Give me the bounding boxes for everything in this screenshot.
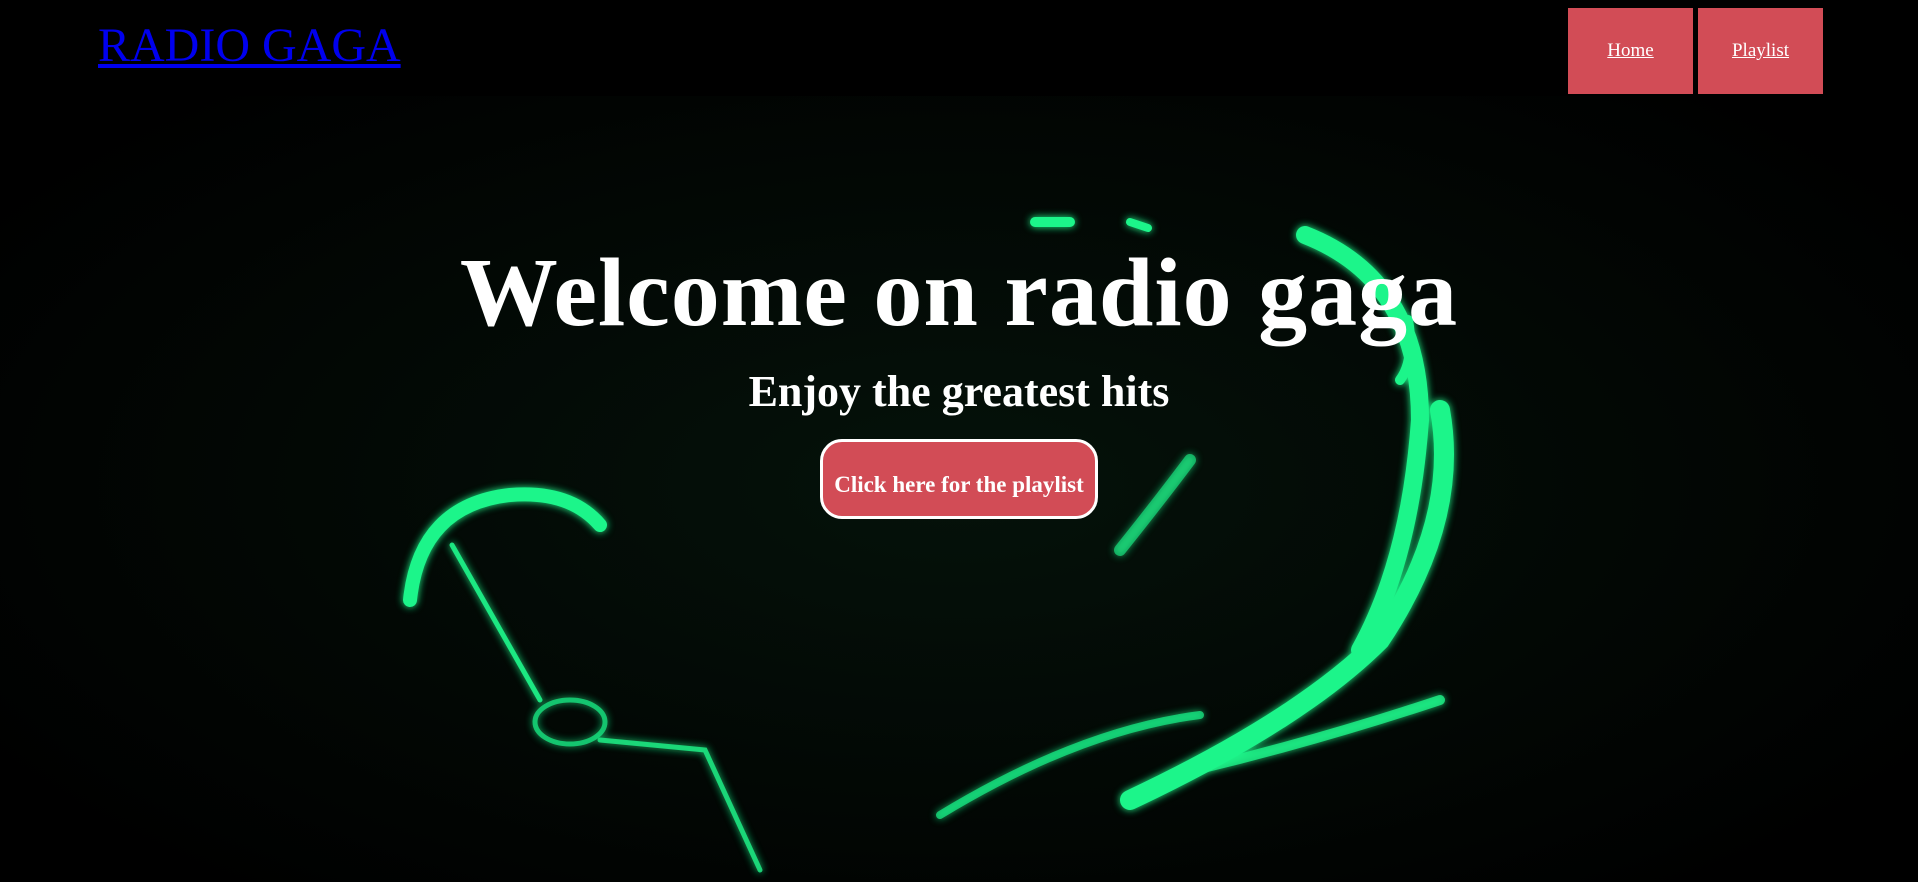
main-nav: Home Playlist xyxy=(1568,8,1823,94)
nav-home-link[interactable]: Home xyxy=(1568,8,1693,94)
site-logo-link[interactable]: RADIO GAGA xyxy=(98,19,401,73)
hero-section: Welcome on radio gaga Enjoy the greatest… xyxy=(0,239,1918,519)
nav-playlist-link[interactable]: Playlist xyxy=(1698,8,1823,94)
hero-title: Welcome on radio gaga xyxy=(459,239,1459,347)
hero-subtitle: Enjoy the greatest hits xyxy=(748,366,1170,416)
page: RADIO GAGA Home Playlist Welcome on radi… xyxy=(0,0,1918,882)
playlist-cta-button[interactable]: Click here for the playlist xyxy=(820,438,1098,519)
site-header: RADIO GAGA Home Playlist xyxy=(0,0,1918,96)
